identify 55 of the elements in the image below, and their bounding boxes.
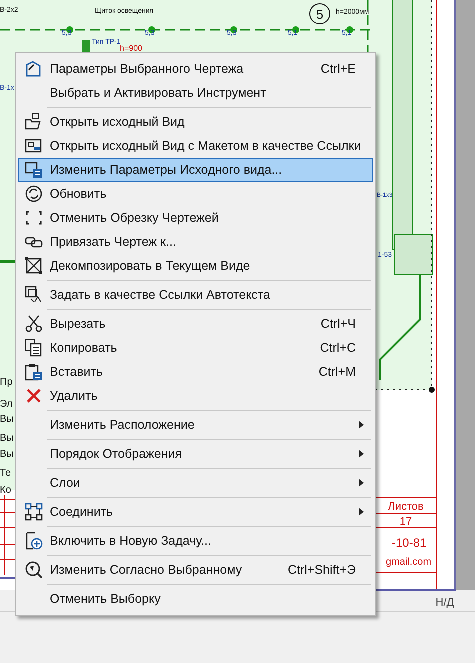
table-text: Эл <box>0 399 13 410</box>
menu-item[interactable]: Обновить <box>18 182 373 206</box>
menu-item[interactable]: Вырезать Ctrl+Ч <box>18 312 373 336</box>
shortcut-text: Ctrl+Ч <box>320 316 356 333</box>
refresh-icon <box>24 185 42 203</box>
scissors-icon <box>24 315 42 333</box>
menu-item[interactable]: Задать в качестве Ссылки Автотекста <box>18 283 373 307</box>
nodes-icon <box>24 503 42 521</box>
table-text: Ко <box>0 485 12 496</box>
title-block-text: -10-81 <box>392 536 427 550</box>
drawing-label: h=900 <box>120 44 142 53</box>
menu-item[interactable]: Изменить Согласно Выбранному Ctrl+Shift+Э <box>18 558 373 582</box>
title-block-text: Листов <box>388 501 424 513</box>
menu-item[interactable]: Изменить Расположение <box>18 413 373 437</box>
delete-icon <box>24 387 42 405</box>
copy-icon <box>24 339 42 357</box>
table-text: Вы <box>0 414 14 425</box>
menu-item[interactable]: Удалить <box>18 384 373 408</box>
menu-item[interactable]: Отменить Обрезку Чертежей <box>18 206 373 230</box>
menu-item[interactable]: Копировать Ctrl+C <box>18 336 373 360</box>
menu-item[interactable]: Порядок Отображения <box>18 442 373 466</box>
menu-item[interactable]: Открыть исходный Вид с Макетом в качестве Ссылки <box>18 134 373 158</box>
layout-edit-icon <box>24 161 42 179</box>
title-block-text: 17 <box>400 516 412 528</box>
clipboard-icon <box>24 363 42 381</box>
shortcut-text: Ctrl+Shift+Э <box>288 562 356 579</box>
autotext-icon <box>24 286 42 304</box>
crop-corners-icon <box>24 209 42 227</box>
menu-item[interactable]: Соединить <box>18 500 373 524</box>
magnifier-icon <box>24 561 42 579</box>
layout-icon <box>24 137 42 155</box>
menu-item[interactable]: Включить в Новую Задачу... <box>18 529 373 553</box>
menu-item[interactable]: Отменить Выборку <box>18 587 373 611</box>
add-task-icon <box>24 532 42 550</box>
menu-item[interactable]: Выбрать и Активировать Инструмент <box>18 81 373 105</box>
menu-item[interactable]: Слои <box>18 471 373 495</box>
drawing-settings-icon <box>24 60 42 78</box>
title-block-text: gmail.com <box>386 557 432 568</box>
menu-item[interactable]: Привязать Чертеж к... <box>18 230 373 254</box>
table-text: Пр <box>0 377 13 388</box>
menu-item[interactable]: Вставить Ctrl+M <box>18 360 373 384</box>
crossed-box-icon <box>24 257 42 275</box>
table-text: Вы <box>0 449 14 460</box>
shortcut-text: Ctrl+M <box>318 364 356 381</box>
menu-item[interactable]: Декомпозировать в Текущем Виде <box>18 254 373 278</box>
table-text: Те <box>0 468 12 479</box>
shortcut-text: Ctrl+C <box>320 340 356 357</box>
grid-axis-marker: 5 <box>310 4 330 24</box>
menu-item[interactable]: Изменить Параметры Исходного вида... <box>18 158 373 182</box>
menu-item[interactable]: Параметры Выбранного Чертежа Ctrl+E <box>18 57 373 81</box>
folder-icon <box>24 113 42 131</box>
menu-item[interactable]: Открыть исходный Вид <box>18 110 373 134</box>
status-text: Н/Д <box>436 597 454 609</box>
shortcut-text: Ctrl+E <box>320 60 356 78</box>
table-text: Вы <box>0 433 14 444</box>
